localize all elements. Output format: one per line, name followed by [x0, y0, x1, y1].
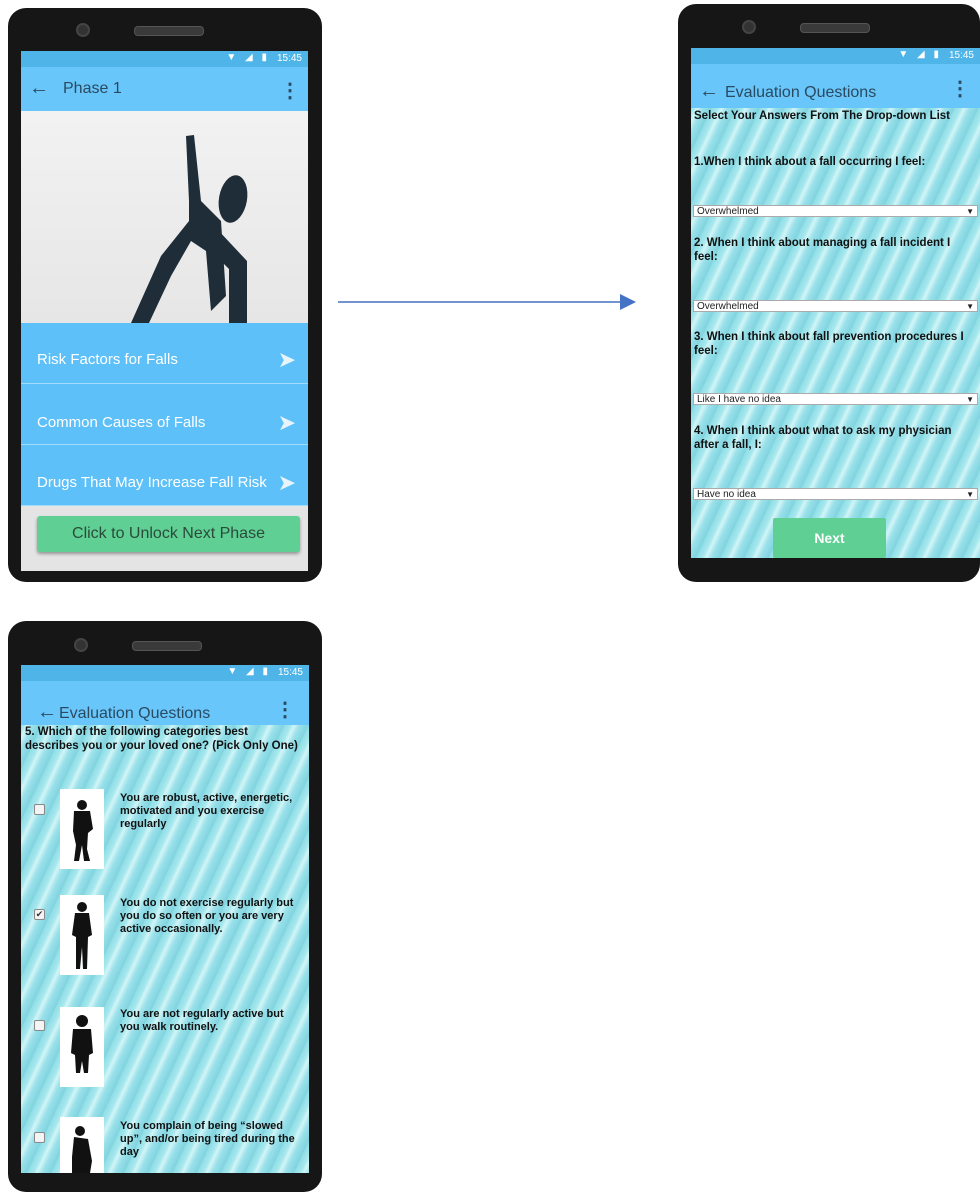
unlock-button-area: Click to Unlock Next Phase [21, 506, 308, 571]
answer-select-2[interactable]: Overwhelmed ▼ [693, 300, 978, 312]
answer-select-4[interactable]: Have no idea ▼ [693, 488, 978, 500]
falling-person-icon [131, 135, 248, 323]
app-bar: ← Evaluation Questions ⋮ [691, 64, 980, 108]
status-time: 15:45 [277, 667, 303, 678]
option-checkbox-1[interactable] [34, 804, 45, 815]
question-1: 1.When I think about a fall occurring I … [694, 156, 926, 168]
person-silhouette-icon [72, 902, 92, 969]
phone-evaluation-1: ▼ ◢ ▮ 15:45 ← Evaluation Questions ⋮ Sel… [678, 4, 980, 582]
send-arrow-icon: ➤ [277, 470, 296, 495]
page-title: Phase 1 [63, 80, 122, 97]
status-icons: ▼ ◢ ▮ [227, 666, 271, 677]
question-3: 3. When I think about fall prevention pr… [694, 331, 964, 357]
speaker-grille [132, 641, 202, 651]
answer-value: Overwhelmed [697, 206, 759, 217]
status-icons: ▼ ◢ ▮ [226, 52, 270, 63]
falling-person-illustration [21, 111, 308, 323]
send-arrow-icon: ➤ [277, 347, 296, 372]
menu-item-label: Drugs That May Increase Fall Risk [37, 474, 267, 491]
dropdown-arrow-icon: ▼ [966, 490, 974, 499]
screen-evaluation-1: ▼ ◢ ▮ 15:45 ← Evaluation Questions ⋮ Sel… [691, 48, 980, 558]
overflow-menu-icon[interactable]: ⋮ [280, 78, 300, 103]
menu-item-drugs[interactable]: Drugs That May Increase Fall Risk ➤ [21, 445, 308, 506]
unlock-button-label: Click to Unlock Next Phase [72, 525, 265, 542]
page-title: Evaluation Questions [725, 84, 877, 101]
option-checkbox-2[interactable]: ✔ [34, 909, 45, 920]
question-4: 4. When I think about what to ask my phy… [694, 425, 952, 451]
person-silhouette-icon [73, 800, 93, 861]
back-arrow-icon[interactable]: ← [29, 77, 49, 100]
status-bar: ▼ ◢ ▮ 15:45 [21, 51, 308, 67]
silhouette-image-3 [60, 1007, 104, 1087]
dropdown-arrow-icon: ▼ [966, 302, 974, 311]
option-text-2: You do not exercise regularly but you do… [120, 897, 294, 935]
menu-item-label: Common Causes of Falls [37, 414, 206, 431]
app-bar: ← Evaluation Questions ⋮ [21, 681, 309, 725]
send-arrow-icon: ➤ [277, 410, 296, 435]
silhouette-image-1 [60, 789, 104, 869]
screen-phase-1: ▼ ◢ ▮ 15:45 ← Phase 1 ⋮ Risk Factors for… [21, 51, 308, 571]
phone-evaluation-2: ▼ ◢ ▮ 15:45 ← Evaluation Questions ⋮ 5. … [8, 621, 322, 1192]
option-checkbox-3[interactable] [34, 1020, 45, 1031]
answer-select-1[interactable]: Overwhelmed ▼ [693, 205, 978, 217]
menu-item-risk-factors[interactable]: Risk Factors for Falls ➤ [21, 323, 308, 384]
silhouette-image-2 [60, 895, 104, 975]
status-bar: ▼ ◢ ▮ 15:45 [21, 665, 309, 681]
dropdown-arrow-icon: ▼ [966, 207, 974, 216]
menu-item-label: Risk Factors for Falls [37, 351, 178, 368]
option-text-3: You are not regularly active but you wal… [120, 1008, 284, 1033]
question-5: 5. Which of the following categories bes… [25, 726, 298, 752]
unlock-next-phase-button[interactable]: Click to Unlock Next Phase [37, 516, 300, 552]
answer-value: Like I have no idea [697, 394, 781, 405]
status-time: 15:45 [276, 53, 302, 64]
check-icon: ✔ [35, 909, 44, 919]
status-icons: ▼ ◢ ▮ [898, 49, 942, 60]
overflow-menu-icon[interactable]: ⋮ [275, 697, 295, 722]
next-button-label: Next [814, 530, 845, 546]
option-text-1: You are robust, active, energetic, motiv… [120, 792, 293, 830]
answer-value: Have no idea [697, 489, 756, 500]
option-text-4: You complain of being “slowed up”, and/o… [120, 1120, 295, 1158]
option-checkbox-4[interactable] [34, 1132, 45, 1143]
overflow-menu-icon[interactable]: ⋮ [950, 76, 970, 101]
answer-select-3[interactable]: Like I have no idea ▼ [693, 393, 978, 405]
status-time: 15:45 [948, 50, 974, 61]
status-bar: ▼ ◢ ▮ 15:45 [691, 48, 980, 64]
camera-icon [742, 20, 756, 34]
flow-arrow-head [620, 294, 636, 310]
camera-icon [76, 23, 90, 37]
person-silhouette-icon [71, 1015, 93, 1073]
answer-value: Overwhelmed [697, 301, 759, 312]
instruction-text: Select Your Answers From The Drop-down L… [694, 110, 951, 122]
back-arrow-icon[interactable]: ← [37, 701, 57, 724]
speaker-grille [134, 26, 204, 36]
camera-icon [74, 638, 88, 652]
silhouette-image-4 [60, 1117, 104, 1173]
app-bar: ← Phase 1 ⋮ [21, 67, 308, 111]
menu-item-common-causes[interactable]: Common Causes of Falls ➤ [21, 384, 308, 445]
back-arrow-icon[interactable]: ← [699, 80, 719, 103]
question-2: 2. When I think about managing a fall in… [694, 237, 951, 263]
next-button[interactable]: Next [773, 518, 886, 558]
dropdown-arrow-icon: ▼ [966, 395, 974, 404]
speaker-grille [800, 23, 870, 33]
flow-arrow [338, 294, 636, 310]
person-silhouette-icon [72, 1126, 92, 1173]
phone-phase-1: ▼ ◢ ▮ 15:45 ← Phase 1 ⋮ Risk Factors for… [8, 8, 322, 582]
screen-evaluation-2: ▼ ◢ ▮ 15:45 ← Evaluation Questions ⋮ 5. … [21, 665, 309, 1173]
page-title: Evaluation Questions [59, 705, 211, 722]
